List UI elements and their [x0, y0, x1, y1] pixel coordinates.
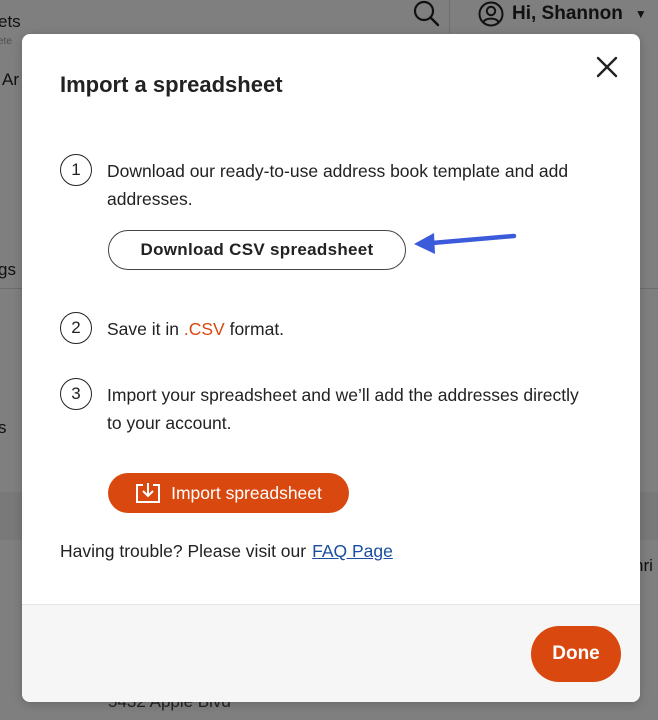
search-icon[interactable]: [412, 0, 440, 28]
import-button-label: Import spreadsheet: [171, 482, 322, 503]
import-tray-icon: [135, 482, 161, 504]
background-text-fragment: ets: [0, 12, 21, 31]
background-divider: [0, 288, 22, 289]
header-divider: [449, 0, 450, 34]
background-row-band: [640, 492, 658, 540]
modal-body: Import a spreadsheet 1 Download our read…: [22, 34, 640, 604]
annotation-arrow-icon: [414, 233, 517, 254]
step-text-before: Save it in: [107, 319, 184, 339]
step-text: Import your spreadsheet and we’ll add th…: [107, 385, 579, 433]
step-text: Save it in .CSV format.: [107, 315, 587, 343]
modal-footer: Done: [22, 604, 640, 702]
csv-format-highlight: .CSV: [183, 319, 225, 339]
background-text-fragment: Ar: [2, 70, 19, 89]
background-text-fragment: ete: [0, 36, 12, 47]
step-text-after: format.: [224, 319, 285, 339]
user-circle-icon: [478, 1, 504, 27]
caret-down-icon: ▼: [634, 7, 647, 21]
modal-title: Import a spreadsheet: [60, 72, 283, 97]
background-row-band: [0, 492, 22, 540]
background-text-fragment: s: [0, 418, 7, 437]
step-number: 1: [60, 154, 92, 186]
background-text-fragment: gs: [0, 260, 16, 279]
import-spreadsheet-modal: Import a spreadsheet 1 Download our read…: [22, 34, 640, 702]
import-spreadsheet-button[interactable]: Import spreadsheet: [108, 473, 349, 513]
faq-page-link[interactable]: FAQ Page: [312, 541, 393, 561]
user-menu[interactable]: Hi, Shannon ▼: [478, 0, 647, 28]
download-csv-button[interactable]: Download CSV spreadsheet: [108, 230, 406, 270]
user-greeting: Hi, Shannon: [512, 3, 623, 24]
close-button[interactable]: [592, 52, 622, 82]
done-button[interactable]: Done: [531, 626, 621, 682]
help-text-label: Having trouble? Please visit our: [60, 541, 307, 561]
step-number: 2: [60, 312, 92, 344]
step-number: 3: [60, 378, 92, 410]
help-text: Having trouble? Please visit our FAQ Page: [60, 541, 393, 562]
close-icon: [596, 56, 618, 78]
background-divider: [640, 288, 658, 289]
step-text: Download our ready-to-use address book t…: [107, 161, 569, 209]
